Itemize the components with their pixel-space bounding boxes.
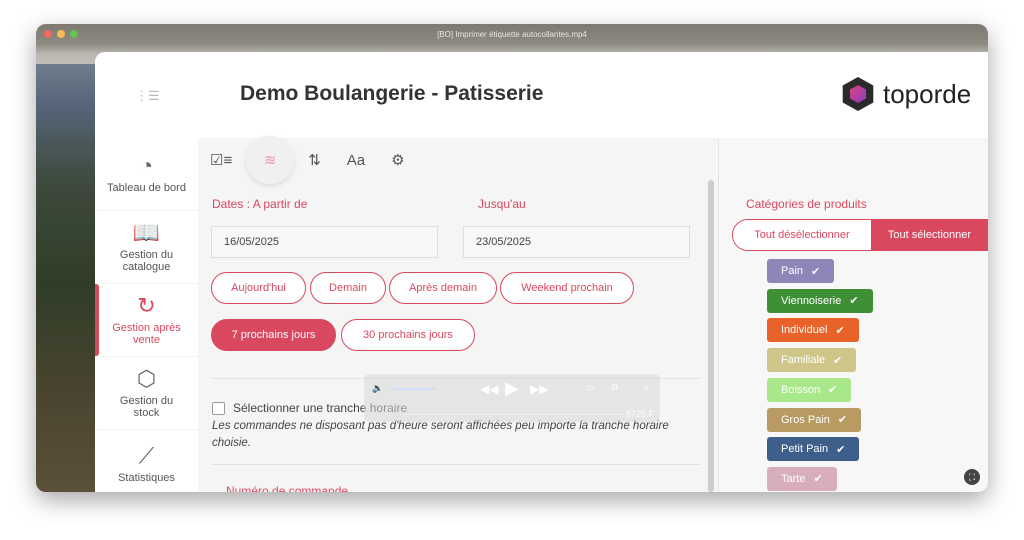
- close-button[interactable]: [44, 30, 52, 38]
- sidebar-item-statistics[interactable]: ⟋ Statistiques: [95, 430, 198, 492]
- airplay-icon[interactable]: ▭: [586, 382, 595, 393]
- sidebar-item-label: Statistiques: [118, 472, 175, 484]
- filter-sliders-icon[interactable]: ≋: [246, 136, 295, 184]
- gauge-icon: ◔: [139, 153, 154, 178]
- book-icon: 📖: [132, 220, 161, 245]
- from-date-input[interactable]: 16/05/2025: [211, 226, 438, 258]
- time-slot-checkbox[interactable]: [212, 402, 225, 415]
- category-label: Pain: [781, 265, 804, 277]
- more-icon[interactable]: »: [644, 382, 649, 392]
- category-tag[interactable]: Pain ✔: [767, 259, 835, 283]
- sidebar-item-label: Gestion du stock: [119, 395, 174, 419]
- category-tag[interactable]: Petit Pain ✔: [767, 437, 860, 462]
- category-label: Petit Pain: [781, 443, 829, 456]
- check-icon: ✔: [836, 443, 846, 456]
- category-tag[interactable]: Viennoiserie ✔: [767, 288, 873, 313]
- check-icon: ✔: [828, 384, 838, 397]
- sidebar: ◔ Tableau de bord 📖 Gestion du catalogue ↻…: [95, 138, 198, 492]
- check-icon: ✔: [811, 265, 821, 278]
- logo-icon: [842, 77, 874, 111]
- progress-bar[interactable]: [404, 414, 624, 415]
- next-30-days-button[interactable]: 30 prochains jours: [341, 319, 475, 351]
- category-tag[interactable]: Individuel ✔: [767, 318, 859, 343]
- fullscreen-icon[interactable]: ⛶: [964, 469, 980, 485]
- categories-panel: Catégories de produits Tout désélectionn…: [718, 138, 988, 492]
- divider: [211, 464, 701, 465]
- order-number-label: Numéro de commande: [226, 484, 349, 492]
- category-tag[interactable]: Boisson ✔: [767, 377, 852, 402]
- fast-forward-icon[interactable]: ▶▶: [530, 382, 548, 396]
- app-content: ⋮☰ Demo Boulangerie - Patisserie toporde…: [95, 52, 988, 492]
- window-title: [BO] Imprimer étiquette autocollantes.mp…: [437, 29, 587, 39]
- check-icon: ✔: [849, 295, 859, 308]
- category-label: Gros Pain: [781, 413, 830, 426]
- refresh-gear-icon: ↻: [137, 293, 156, 318]
- sidebar-item-after-sales[interactable]: ↻ Gestion après vente: [95, 284, 198, 357]
- checklist-icon[interactable]: ☑≡: [210, 151, 232, 169]
- logo: toporde: [841, 77, 971, 111]
- header: ⋮☰ Demo Boulangerie - Patisserie toporde: [95, 52, 988, 138]
- sidebar-item-stock[interactable]: ⬡ Gestion du stock: [95, 357, 198, 430]
- day-after-tomorrow-button[interactable]: Après demain: [389, 272, 497, 304]
- sidebar-item-label: Gestion du catalogue: [119, 249, 174, 273]
- selection-toggle: Tout désélectionner Tout sélectionner: [732, 219, 988, 251]
- check-icon: ✔: [813, 473, 823, 486]
- from-label: Dates : A partir de: [212, 197, 308, 211]
- volume-icon[interactable]: 🔈: [372, 383, 383, 394]
- rewind-icon[interactable]: ◀◀: [480, 382, 498, 396]
- wallpaper: [36, 64, 96, 492]
- to-date-input[interactable]: 23/05/2025: [463, 226, 690, 258]
- sidebar-item-dashboard[interactable]: ◔ Tableau de bord: [95, 138, 198, 211]
- play-icon[interactable]: ▶: [505, 378, 519, 399]
- next-weekend-button[interactable]: Weekend prochain: [500, 272, 634, 304]
- categories-title: Catégories de produits: [746, 197, 867, 211]
- filter-panel: ☑≡ ≋ ⇅ Aa ⚙ Dates : A partir de Jusqu'au…: [198, 136, 718, 492]
- to-label: Jusqu'au: [478, 197, 526, 211]
- category-label: Individuel: [781, 324, 828, 337]
- page-title: Demo Boulangerie - Patisserie: [240, 82, 544, 105]
- next-7-days-button[interactable]: 7 prochains jours: [211, 319, 336, 351]
- select-all-button[interactable]: Tout sélectionner: [871, 220, 988, 250]
- font-icon[interactable]: Aa: [347, 152, 365, 169]
- sidebar-item-label: Tableau de bord: [107, 182, 186, 194]
- sort-icon[interactable]: ⇅: [308, 151, 321, 169]
- deselect-all-button[interactable]: Tout désélectionner: [733, 220, 871, 250]
- category-label: Boisson: [781, 383, 821, 396]
- category-label: Viennoiserie: [781, 294, 842, 307]
- check-icon: ✔: [835, 324, 845, 337]
- box-icon: ⬡: [136, 366, 157, 391]
- logo-text: toporde: [883, 78, 972, 109]
- category-label: Tarte: [781, 472, 806, 485]
- check-icon: ✔: [837, 414, 848, 426]
- pip-icon[interactable]: ⧉: [612, 382, 618, 393]
- time-remaining: 8720 F: [626, 409, 655, 419]
- today-button[interactable]: Aujourd'hui: [211, 272, 306, 304]
- title-bar: [BO] Imprimer étiquette autocollantes.mp…: [36, 24, 988, 44]
- tomorrow-button[interactable]: Demain: [310, 272, 386, 304]
- toolbar: ☑≡ ≋ ⇅ Aa ⚙: [198, 136, 718, 184]
- category-label: Familiale: [781, 354, 826, 367]
- video-player-controls: 🔈 ◀◀ ▶ ▶▶ ▭ ⧉ » 8720 F: [364, 374, 660, 422]
- minimize-button[interactable]: [57, 30, 65, 38]
- check-icon: ✔: [833, 354, 843, 367]
- chart-icon: ⟋: [138, 443, 155, 468]
- time-slot-note: Les commandes ne disposant pas d'heure s…: [212, 420, 669, 449]
- category-tag[interactable]: Familiale ✔: [767, 348, 857, 373]
- category-tag[interactable]: Gros Pain ✔: [767, 407, 862, 432]
- volume-slider[interactable]: [390, 388, 436, 390]
- scrollbar[interactable]: [708, 180, 714, 492]
- menu-icon[interactable]: ⋮☰: [135, 88, 160, 104]
- sidebar-item-label: Gestion après vente: [112, 322, 181, 346]
- category-tag[interactable]: Tarte ✔: [767, 466, 837, 491]
- gears-icon[interactable]: ⚙: [391, 151, 404, 169]
- zoom-button[interactable]: [70, 30, 78, 38]
- sidebar-item-catalogue[interactable]: 📖 Gestion du catalogue: [95, 211, 198, 284]
